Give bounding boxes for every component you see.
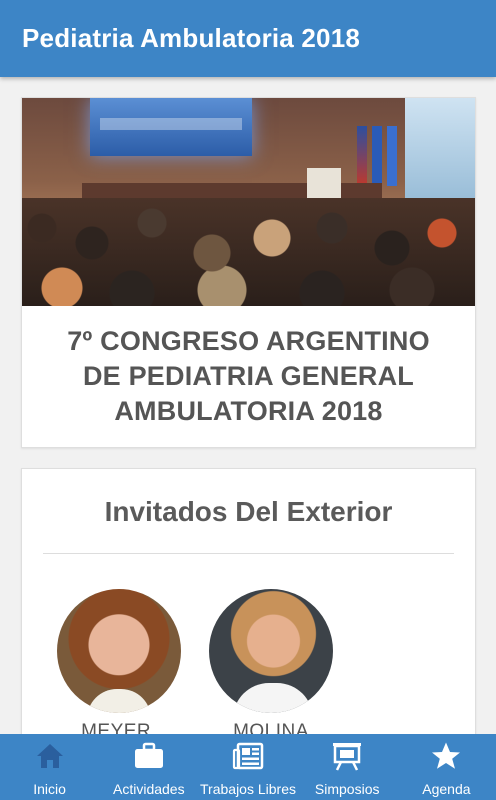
congress-title: 7º CONGRESO ARGENTINO DE PEDIATRIA GENER…: [22, 306, 475, 447]
nav-label: Trabajos Libres: [200, 781, 296, 797]
guest-item-molina[interactable]: MOLINA: [209, 589, 333, 734]
nav-item-inicio[interactable]: Inicio: [0, 734, 99, 800]
app-bar: Pediatria Ambulatoria 2018: [0, 0, 496, 77]
nav-label: Actividades: [113, 781, 185, 797]
newspaper-icon: [231, 739, 265, 773]
flag: [357, 126, 367, 186]
congress-hero-image: [22, 98, 475, 306]
flag: [372, 126, 382, 186]
home-icon: [33, 739, 67, 773]
section-title: Invitados Del Exterior: [104, 496, 393, 527]
nav-item-simposios[interactable]: Simposios: [298, 734, 397, 800]
guest-name: MOLINA: [233, 721, 309, 734]
guest-item-meyer[interactable]: MEYER,: [57, 589, 181, 734]
nav-label: Simposios: [314, 781, 380, 797]
audience: [22, 198, 475, 306]
star-icon: [429, 739, 463, 773]
nav-label: Inicio: [33, 781, 66, 797]
congress-title-line-2: DE PEDIATRIA GENERAL: [82, 361, 414, 391]
projection-screen: [90, 98, 252, 156]
congress-title-line-1: 7º CONGRESO ARGENTINO: [67, 326, 430, 356]
easel-icon: [330, 739, 364, 773]
main-content[interactable]: 7º CONGRESO ARGENTINO DE PEDIATRIA GENER…: [0, 77, 496, 734]
nav-item-actividades[interactable]: Actividades: [99, 734, 198, 800]
international-guests-card: Invitados Del Exterior MEYER, MOLINA: [21, 468, 476, 734]
guest-name: MEYER,: [81, 721, 157, 734]
bottom-navigation: Inicio Actividades Trabajos Libres Simpo…: [0, 734, 496, 800]
briefcase-icon: [132, 739, 166, 773]
congress-title-line-3: AMBULATORIA 2018: [114, 396, 383, 426]
avatar: [209, 589, 333, 713]
divider: [43, 553, 454, 554]
avatar: [57, 589, 181, 713]
app-title: Pediatria Ambulatoria 2018: [22, 23, 361, 53]
flag: [387, 126, 397, 186]
nav-item-trabajos-libres[interactable]: Trabajos Libres: [198, 734, 297, 800]
nav-item-agenda[interactable]: Agenda: [397, 734, 496, 800]
nav-label: Agenda: [422, 781, 471, 797]
congress-card[interactable]: 7º CONGRESO ARGENTINO DE PEDIATRIA GENER…: [21, 97, 476, 448]
